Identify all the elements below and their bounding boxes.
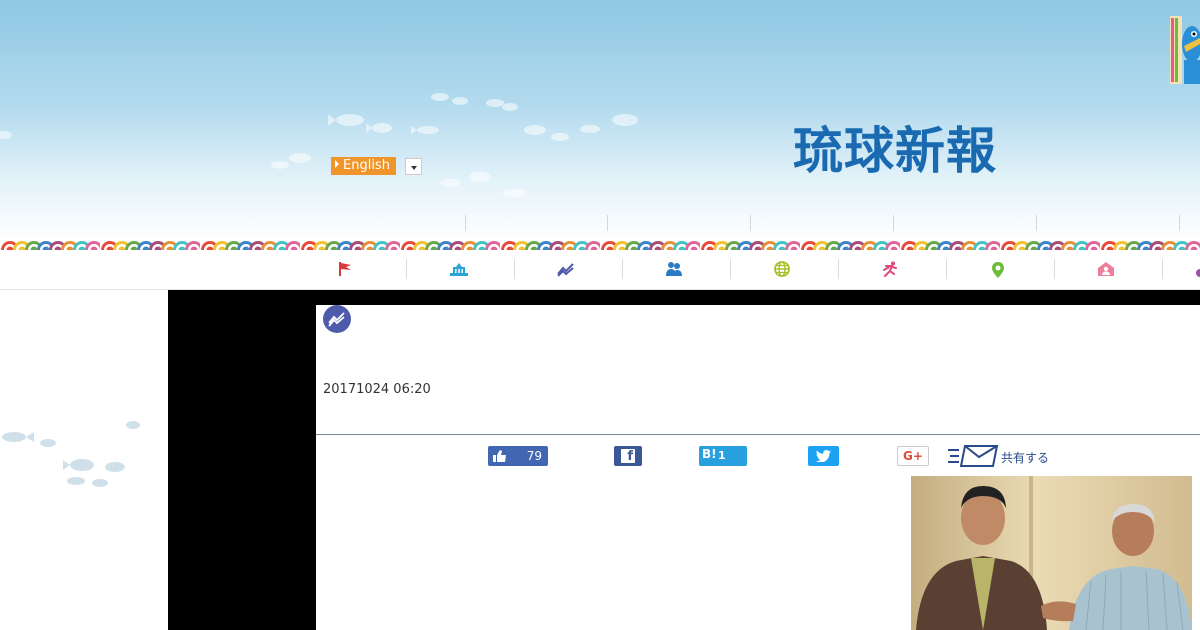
people-icon (666, 262, 682, 276)
location-pin-icon (992, 262, 1004, 278)
black-top-strip (316, 290, 1200, 305)
twitter-share-button[interactable] (808, 446, 839, 466)
header-divider-row (0, 215, 1200, 231)
fish-decoration-icon (2, 421, 140, 487)
economy-chart-icon (557, 263, 574, 277)
article-divider (316, 434, 1200, 435)
thumbs-up-icon (493, 450, 506, 462)
article-datetime: 20171024 06:20 (323, 382, 431, 397)
globe-icon (774, 261, 790, 277)
nav-item-international[interactable] (728, 250, 836, 290)
mascot-character-icon[interactable] (1170, 14, 1200, 86)
language-dropdown-toggle[interactable] (405, 158, 422, 175)
nav-item-sports[interactable] (836, 250, 944, 290)
like-count: 79 (526, 449, 542, 463)
facebook-share-button[interactable]: f (614, 446, 642, 466)
site-header: English 琉球新報 (0, 0, 1200, 240)
mail-envelope-icon (948, 445, 999, 467)
sports-runner-icon (883, 261, 897, 277)
black-ad-column (168, 290, 316, 630)
government-building-icon (450, 263, 468, 276)
nav-item-society[interactable] (620, 250, 728, 290)
nav-item-politics[interactable] (405, 250, 513, 290)
facebook-icon: f (621, 449, 635, 464)
article-photo[interactable] (911, 476, 1192, 630)
site-logo[interactable]: 琉球新報 (793, 120, 1093, 182)
decorative-wave-band (0, 240, 1200, 250)
nav-item-economy[interactable] (512, 250, 620, 290)
category-badge[interactable] (323, 305, 351, 333)
hatena-count: 1 (718, 449, 726, 462)
article-main: 20171024 06:20 79 f B! 1 G+ 共有する (316, 305, 1200, 630)
mail-share-button[interactable]: 共有する (947, 445, 1057, 467)
facebook-like-button[interactable]: 79 (488, 446, 548, 466)
google-plus-share-button[interactable]: G+ (897, 446, 929, 466)
home-person-icon (1098, 262, 1114, 276)
flag-icon (339, 262, 351, 276)
partial-nav-icon (1196, 269, 1200, 277)
mail-share-label: 共有する (1001, 451, 1050, 465)
language-selector-button[interactable]: English (331, 157, 396, 175)
nav-item-more[interactable] (1160, 250, 1200, 290)
fish-decoration-icon (271, 93, 638, 197)
nav-item-flag[interactable] (291, 250, 399, 290)
fish-decoration-icon (0, 131, 12, 139)
nav-item-life[interactable] (1052, 250, 1160, 290)
economy-chart-icon (328, 312, 345, 327)
play-triangle-icon (335, 160, 339, 168)
hatena-icon: B! (702, 447, 717, 461)
left-sidebar (0, 290, 168, 630)
category-nav (0, 250, 1200, 290)
hatena-bookmark-button[interactable]: B! 1 (699, 446, 747, 466)
nav-item-local[interactable] (944, 250, 1052, 290)
twitter-icon (816, 450, 831, 462)
